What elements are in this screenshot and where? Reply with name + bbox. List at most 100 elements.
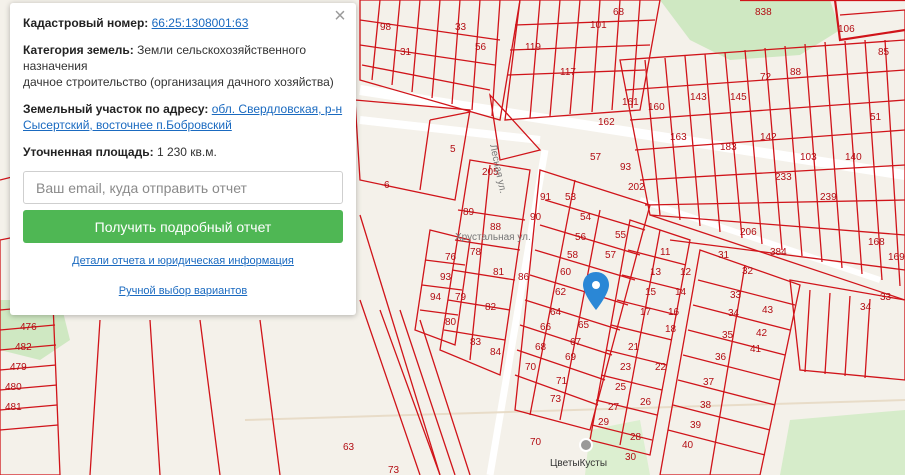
svg-text:35: 35 xyxy=(722,330,734,341)
svg-text:21: 21 xyxy=(628,342,640,353)
svg-text:239: 239 xyxy=(820,192,837,203)
svg-text:68: 68 xyxy=(613,7,625,18)
road-label-khrustalnaya: Хрустальная ул. xyxy=(455,232,531,243)
svg-text:169: 169 xyxy=(888,252,905,263)
svg-text:162: 162 xyxy=(598,117,615,128)
svg-text:838: 838 xyxy=(755,7,772,18)
svg-text:41: 41 xyxy=(750,344,762,355)
svg-text:65: 65 xyxy=(578,320,590,331)
svg-text:206: 206 xyxy=(740,227,757,238)
info-panel: × Кадастровый номер: 66:25:1308001:63 Ка… xyxy=(10,3,356,315)
svg-text:38: 38 xyxy=(700,400,712,411)
svg-text:384: 384 xyxy=(770,247,787,258)
close-icon: × xyxy=(334,5,346,27)
svg-text:17: 17 xyxy=(640,307,652,318)
svg-text:90: 90 xyxy=(530,212,542,223)
svg-text:76: 76 xyxy=(445,252,457,263)
svg-text:55: 55 xyxy=(615,230,627,241)
report-details-link[interactable]: Детали отчета и юридическая информация xyxy=(23,255,343,267)
svg-text:43: 43 xyxy=(762,305,774,316)
svg-text:36: 36 xyxy=(715,352,727,363)
area-row: Уточненная площадь: 1 230 кв.м. xyxy=(23,144,343,160)
svg-text:94: 94 xyxy=(430,292,442,303)
svg-text:34: 34 xyxy=(728,308,740,319)
svg-text:58: 58 xyxy=(567,250,579,261)
svg-text:98: 98 xyxy=(380,22,392,33)
svg-text:39: 39 xyxy=(690,420,702,431)
svg-text:27: 27 xyxy=(608,402,620,413)
svg-text:183: 183 xyxy=(720,142,737,153)
cadastral-row: Кадастровый номер: 66:25:1308001:63 xyxy=(23,15,343,31)
svg-text:202: 202 xyxy=(628,182,645,193)
svg-text:481: 481 xyxy=(5,402,22,413)
svg-text:63: 63 xyxy=(343,442,355,453)
svg-text:79: 79 xyxy=(455,292,467,303)
svg-text:80: 80 xyxy=(445,317,457,328)
svg-text:143: 143 xyxy=(690,92,707,103)
svg-text:168: 168 xyxy=(868,237,885,248)
svg-text:57: 57 xyxy=(590,152,602,163)
svg-text:70: 70 xyxy=(530,437,542,448)
svg-text:29: 29 xyxy=(598,417,610,428)
svg-text:12: 12 xyxy=(680,267,692,278)
svg-text:93: 93 xyxy=(620,162,632,173)
svg-text:480: 480 xyxy=(5,382,22,393)
close-button[interactable]: × xyxy=(332,5,348,27)
get-report-button[interactable]: Получить подробный отчет xyxy=(23,210,343,243)
svg-text:73: 73 xyxy=(388,465,400,475)
svg-text:106: 106 xyxy=(838,24,855,35)
svg-text:81: 81 xyxy=(493,267,505,278)
svg-text:64: 64 xyxy=(550,307,562,318)
svg-text:15: 15 xyxy=(645,287,657,298)
svg-text:32: 32 xyxy=(742,266,754,277)
address-row: Земельный участок по адресу: обл. Свердл… xyxy=(23,101,343,133)
svg-text:51: 51 xyxy=(870,112,882,123)
email-input[interactable] xyxy=(23,171,343,204)
area-value: 1 230 кв.м. xyxy=(156,145,217,159)
svg-text:67: 67 xyxy=(570,337,582,348)
svg-text:482: 482 xyxy=(15,342,32,353)
svg-text:119: 119 xyxy=(525,42,541,53)
manual-selection-link[interactable]: Ручной выбор вариантов xyxy=(23,285,343,297)
svg-text:11: 11 xyxy=(660,247,671,258)
svg-text:31: 31 xyxy=(718,250,730,261)
svg-text:14: 14 xyxy=(675,287,687,298)
svg-text:73: 73 xyxy=(550,394,562,405)
svg-text:42: 42 xyxy=(756,328,768,339)
svg-text:16: 16 xyxy=(668,307,680,318)
svg-text:86: 86 xyxy=(518,272,530,283)
svg-text:57: 57 xyxy=(605,250,617,261)
svg-text:30: 30 xyxy=(625,452,637,463)
svg-text:142: 142 xyxy=(760,132,777,143)
svg-text:93: 93 xyxy=(440,272,452,283)
svg-text:54: 54 xyxy=(580,212,592,223)
svg-text:163: 163 xyxy=(670,132,687,143)
address-label: Земельный участок по адресу: xyxy=(23,102,209,116)
svg-text:161: 161 xyxy=(622,97,639,108)
svg-text:6: 6 xyxy=(384,180,390,191)
svg-text:62: 62 xyxy=(555,287,567,298)
svg-text:233: 233 xyxy=(775,172,792,183)
svg-text:26: 26 xyxy=(640,397,652,408)
svg-text:69: 69 xyxy=(565,352,577,363)
svg-text:140: 140 xyxy=(845,152,862,163)
svg-text:56: 56 xyxy=(475,42,487,53)
svg-text:103: 103 xyxy=(800,152,817,163)
svg-text:70: 70 xyxy=(525,362,537,373)
svg-text:13: 13 xyxy=(650,267,662,278)
svg-text:28: 28 xyxy=(630,432,642,443)
svg-text:5: 5 xyxy=(450,144,456,155)
svg-text:56: 56 xyxy=(575,232,587,243)
svg-text:84: 84 xyxy=(490,347,502,358)
svg-text:33: 33 xyxy=(730,290,742,301)
svg-text:68: 68 xyxy=(535,342,547,353)
svg-text:101: 101 xyxy=(590,20,607,31)
svg-text:85: 85 xyxy=(878,47,890,58)
svg-text:78: 78 xyxy=(470,247,482,258)
svg-text:72: 72 xyxy=(760,72,772,83)
svg-text:53: 53 xyxy=(565,192,577,203)
svg-text:91: 91 xyxy=(540,192,552,203)
cadastral-number-link[interactable]: 66:25:1308001:63 xyxy=(152,16,249,30)
svg-text:60: 60 xyxy=(560,267,572,278)
poi-circle-icon xyxy=(579,438,593,452)
